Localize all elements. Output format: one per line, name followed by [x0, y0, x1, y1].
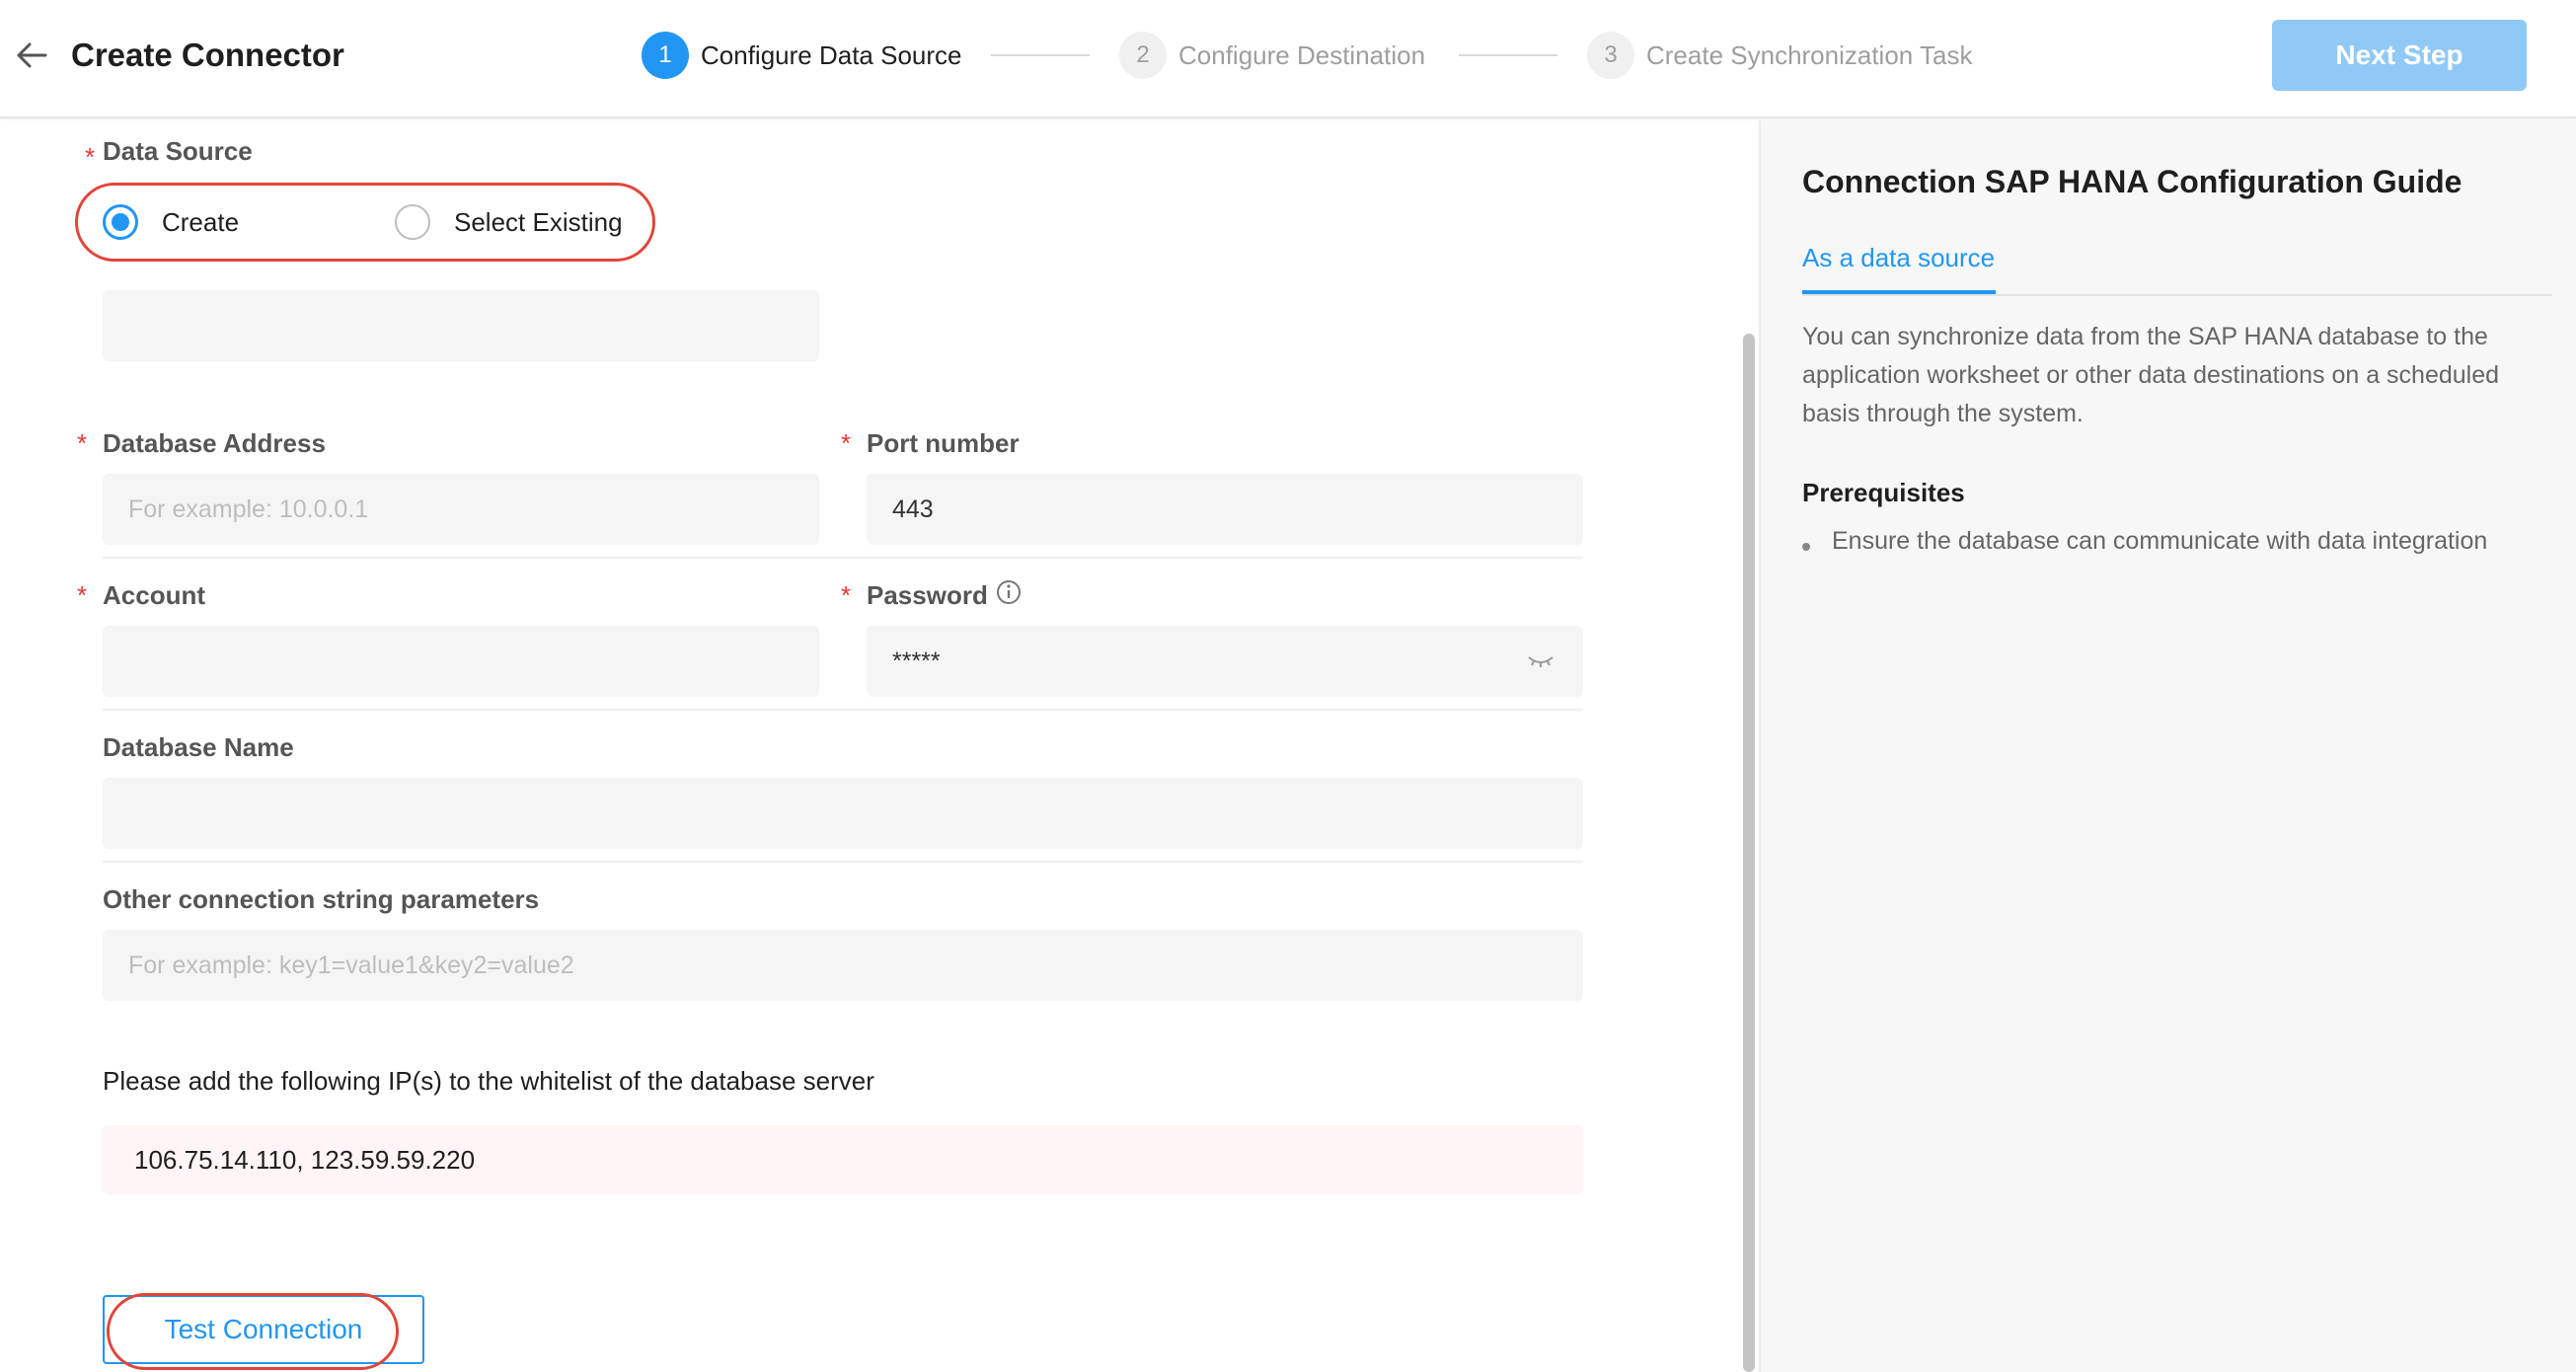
data-source-name-input[interactable] — [103, 290, 819, 361]
required-mark: * — [841, 580, 852, 610]
info-icon[interactable] — [995, 578, 1023, 606]
bullet-icon — [1802, 543, 1810, 551]
row-divider — [103, 709, 1583, 711]
radio-create[interactable] — [103, 204, 138, 240]
data-source-label: Data Source — [103, 136, 253, 166]
whitelist-ips: 106.75.14.110, 123.59.59.220 — [134, 1144, 476, 1175]
database-name-label: Database Name — [103, 732, 294, 762]
other-params-placeholder: For example: key1=value1&key2=value2 — [128, 951, 574, 979]
other-params-input[interactable]: For example: key1=value1&key2=value2 — [103, 930, 1583, 1001]
form-scrollbar[interactable] — [1743, 334, 1755, 1372]
radio-select-existing-label[interactable]: Select Existing — [454, 207, 623, 238]
step-configure-data-source: 1 Configure Data Source — [642, 32, 961, 79]
prerequisites-title: Prerequisites — [1802, 478, 1965, 507]
required-mark: * — [77, 428, 88, 458]
step-connector — [991, 54, 1090, 56]
other-params-label: Other connection string parameters — [103, 884, 540, 914]
active-tab-indicator — [1802, 290, 1996, 294]
step-number: 2 — [1119, 32, 1167, 79]
port-number-value: 443 — [892, 495, 934, 523]
password-value: ***** — [892, 647, 941, 675]
password-input[interactable]: ***** — [867, 626, 1583, 697]
port-number-label: Port number — [867, 428, 1020, 458]
account-label: Account — [103, 580, 205, 610]
eye-closed-icon[interactable] — [1526, 648, 1555, 671]
configuration-guide-panel: Connection SAP HANA Configuration Guide … — [1759, 120, 2576, 1372]
step-connector — [1459, 54, 1557, 56]
database-address-input[interactable]: For example: 10.0.0.1 — [103, 474, 819, 545]
step-number: 1 — [642, 32, 689, 79]
page-title: Create Connector — [71, 37, 344, 73]
back-arrow-icon[interactable] — [12, 36, 51, 75]
step-number: 3 — [1587, 32, 1634, 79]
step-label: Configure Destination — [1178, 39, 1426, 70]
account-input[interactable] — [103, 626, 819, 697]
required-mark: * — [841, 428, 852, 458]
radio-select-existing[interactable] — [395, 204, 430, 240]
database-address-label: Database Address — [103, 428, 326, 458]
row-divider — [103, 861, 1583, 863]
tab-bar-divider — [1802, 294, 2552, 296]
whitelist-ip-box: 106.75.14.110, 123.59.59.220 — [103, 1125, 1583, 1194]
top-header: Create Connector 1 Configure Data Source… — [0, 0, 2576, 118]
guide-description: You can synchronize data from the SAP HA… — [1802, 323, 2500, 427]
password-label: Password — [867, 580, 988, 610]
database-name-input[interactable] — [103, 778, 1583, 849]
whitelist-instruction: Please add the following IP(s) to the wh… — [103, 1066, 874, 1096]
next-step-button[interactable]: Next Step — [2272, 20, 2527, 91]
step-create-sync-task: 3 Create Synchronization Task — [1587, 32, 1972, 79]
guide-title: Connection SAP HANA Configuration Guide — [1802, 164, 2462, 199]
test-connection-button[interactable]: Test Connection — [103, 1295, 424, 1364]
prerequisite-text: Ensure the database can communicate with… — [1832, 527, 2488, 555]
required-mark: * — [77, 580, 88, 610]
radio-create-label[interactable]: Create — [162, 207, 239, 238]
database-address-placeholder: For example: 10.0.0.1 — [128, 495, 369, 523]
tab-as-data-source[interactable]: As a data source — [1802, 243, 1995, 273]
step-label: Create Synchronization Task — [1646, 39, 1973, 70]
row-divider — [103, 557, 1583, 559]
required-mark: * — [85, 142, 96, 172]
port-number-input[interactable]: 443 — [867, 474, 1583, 545]
step-label: Configure Data Source — [701, 39, 962, 70]
step-configure-destination: 2 Configure Destination — [1119, 32, 1425, 79]
prerequisite-item: Ensure the database can communicate with… — [1802, 527, 2487, 556]
